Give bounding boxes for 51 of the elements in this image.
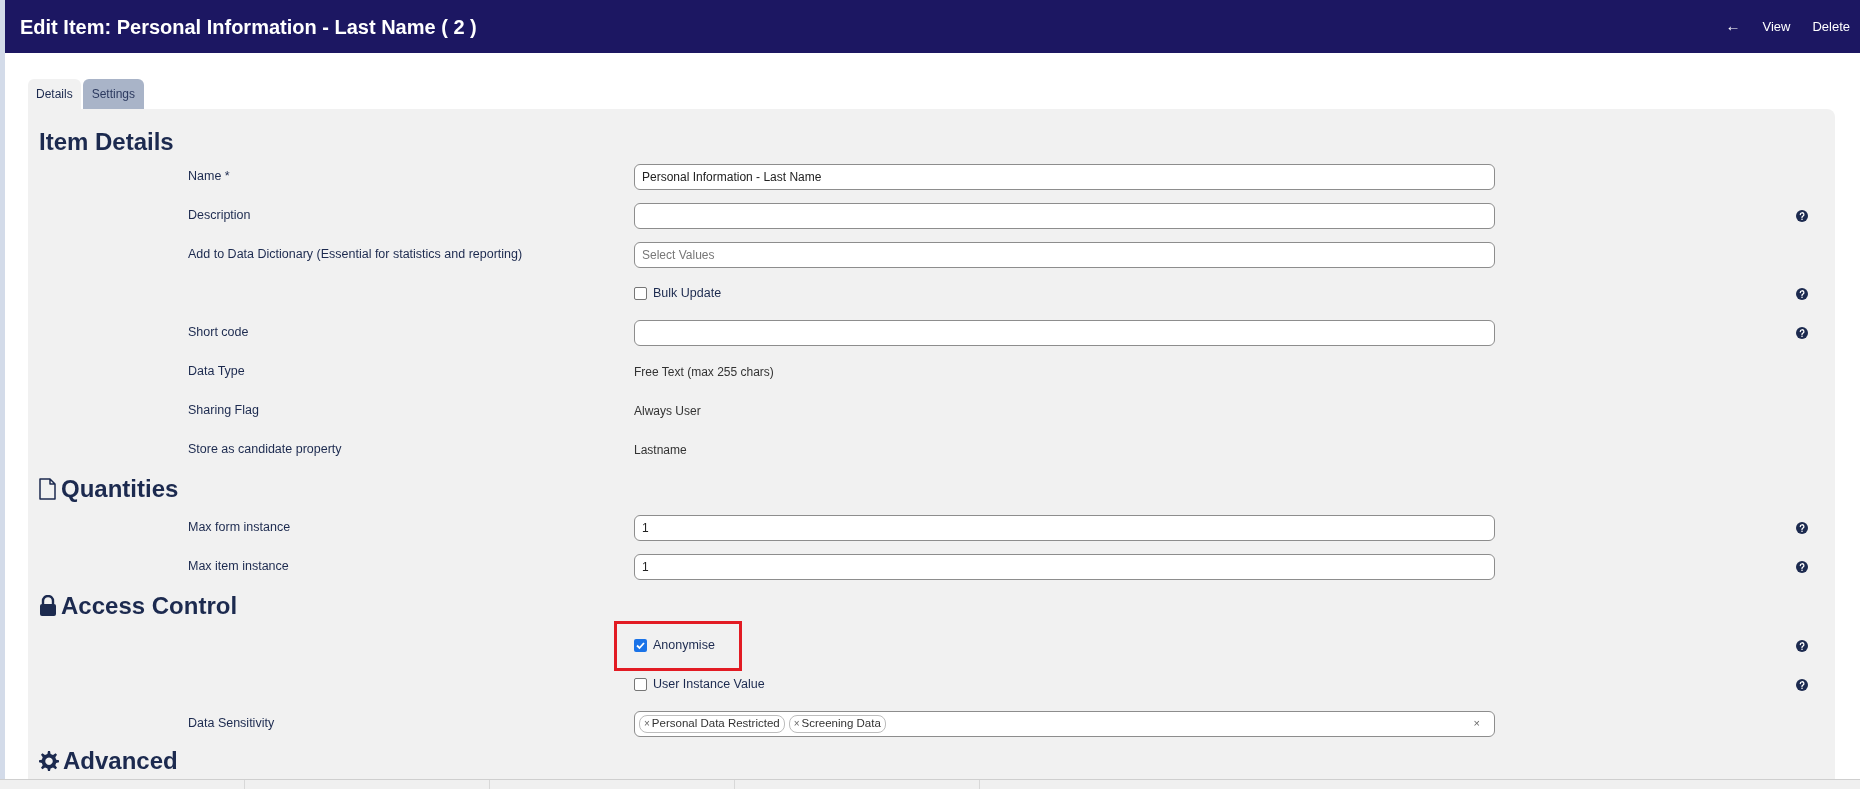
checkbox-label: Anonymise — [653, 637, 715, 655]
input-field[interactable] — [634, 319, 1495, 346]
help-icon[interactable] — [1796, 560, 1808, 573]
field-label: Data Sensitivity — [188, 715, 275, 733]
help-icon[interactable] — [1796, 287, 1808, 300]
tag-remove[interactable]: × — [644, 716, 650, 731]
checkbox-label: Bulk Update — [653, 285, 722, 303]
field-value: Free Text (max 255 chars) — [634, 363, 774, 381]
field-label: Max form instance — [188, 519, 291, 537]
tag-text: Screening Data — [801, 715, 881, 731]
help-icon[interactable] — [1796, 326, 1808, 339]
header-link[interactable]: Delete — [1812, 16, 1850, 37]
input-field[interactable]: Select Values — [634, 241, 1495, 268]
input-field[interactable]: Personal Information - Last Name — [634, 163, 1495, 190]
field-value: Always User — [634, 402, 701, 420]
checkbox[interactable] — [634, 678, 647, 691]
tab[interactable]: Settings — [82, 79, 145, 109]
header-link[interactable]: View — [1762, 16, 1791, 37]
field-label: Store as candidate property — [188, 441, 342, 459]
help-icon[interactable] — [1796, 639, 1808, 652]
field-label: Description — [188, 207, 251, 225]
field-label: Name * — [188, 168, 230, 186]
field-label: Short code — [188, 324, 249, 342]
gear-icon — [39, 750, 59, 772]
input-field[interactable] — [634, 202, 1495, 229]
section-heading: Quantities — [61, 477, 179, 501]
input-field[interactable]: 1 — [634, 553, 1495, 580]
field-value: Lastname — [634, 441, 687, 459]
field-label: Max item instance — [188, 558, 289, 576]
section-heading: Item Details — [39, 130, 174, 154]
clear-button[interactable]: × — [1473, 715, 1490, 732]
checkbox[interactable] — [634, 287, 647, 300]
input-field[interactable]: 1 — [634, 514, 1495, 541]
checkbox-label: User Instance Value — [653, 676, 765, 694]
tag-text: Personal Data Restricted — [651, 715, 780, 731]
tag-remove[interactable]: × — [793, 716, 800, 731]
tag-select-field[interactable]: × Personal Data Restricted × Screening Data × — [634, 710, 1495, 737]
help-icon[interactable] — [1796, 678, 1808, 691]
field-label: Sharing Flag — [188, 402, 259, 420]
field-label: Data Type — [188, 363, 245, 381]
back-link[interactable]: ← — [1725, 15, 1741, 38]
section-heading: Advanced — [63, 749, 178, 773]
tab[interactable]: Details — [28, 79, 81, 109]
page-title: Edit Item: Personal Information - Last Name ( 2 ) — [20, 14, 477, 40]
checkbox[interactable] — [634, 639, 647, 652]
lock-icon — [39, 595, 57, 617]
document-icon — [39, 478, 57, 500]
section-heading: Access Control — [61, 594, 238, 618]
help-icon[interactable] — [1796, 209, 1808, 222]
field-label: Add to Data Dictionary (Essential for statistics and reporting) — [188, 246, 523, 264]
help-icon[interactable] — [1796, 521, 1808, 534]
